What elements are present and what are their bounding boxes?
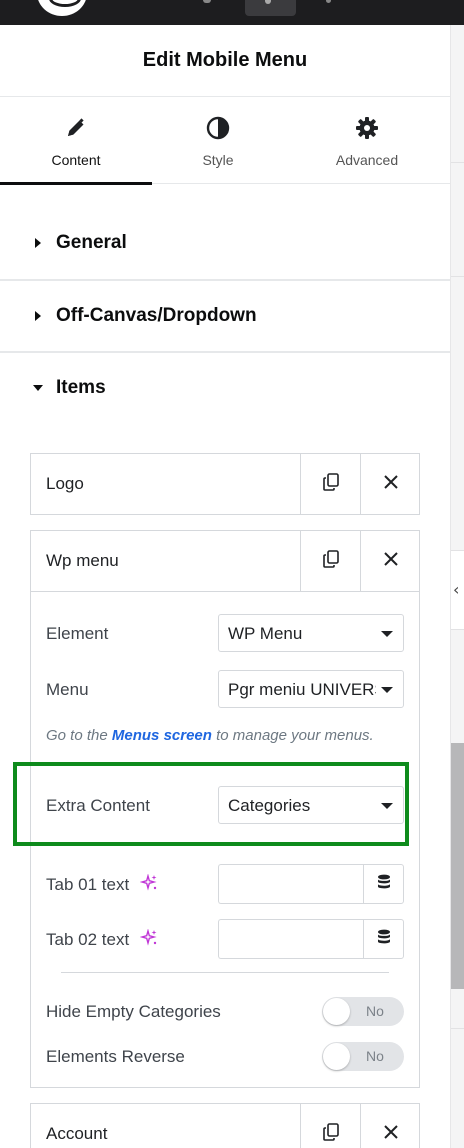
tab-content[interactable]: Content — [0, 98, 152, 185]
database-icon — [377, 874, 391, 895]
close-icon — [383, 1123, 399, 1146]
menus-help-note: Go to the Menus screen to manage your me… — [46, 727, 374, 744]
top-toolbar — [0, 0, 464, 25]
tab01-text-input[interactable] — [218, 864, 363, 904]
section-general-title: General — [56, 232, 127, 253]
duplicate-button[interactable] — [300, 1104, 360, 1148]
menu-select-value: Pgr meniu UNIVERSAL — [228, 680, 376, 699]
ai-sparkle-icon[interactable] — [139, 928, 158, 952]
tab02-label-text: Tab 02 text — [46, 929, 130, 949]
tab01-label-text: Tab 01 text — [46, 874, 130, 894]
toggle-knob — [323, 998, 350, 1025]
copy-icon — [322, 550, 339, 573]
menu-label: Menu — [46, 680, 89, 699]
menu-select[interactable]: Pgr meniu UNIVERSAL — [218, 670, 404, 708]
half-circle-icon — [206, 116, 230, 140]
duplicate-button[interactable] — [300, 454, 360, 515]
tab-style-label: Style — [202, 152, 234, 168]
repeater-item-title[interactable]: Wp menu — [46, 551, 119, 571]
caret-right-icon — [35, 311, 41, 321]
close-icon — [383, 473, 399, 496]
chevron-down-icon — [381, 631, 393, 637]
section-offcanvas-title: Off-Canvas/Dropdown — [56, 305, 257, 326]
tab-content-label: Content — [51, 152, 101, 168]
caret-right-icon — [35, 238, 41, 248]
database-icon — [377, 929, 391, 950]
preview-divider — [451, 276, 464, 277]
note-text: to manage your menus. — [216, 727, 374, 744]
preview-divider — [451, 1028, 464, 1029]
copy-icon — [322, 1123, 339, 1146]
tab-style[interactable]: Style — [152, 98, 284, 184]
extra-content-select-value: Categories — [228, 796, 311, 815]
app-logo[interactable] — [37, 0, 87, 16]
section-general[interactable]: General — [0, 204, 450, 281]
menus-screen-link[interactable]: Menus screen — [112, 727, 212, 744]
toggle-state: No — [366, 1003, 384, 1019]
extra-content-select[interactable]: Categories — [218, 786, 404, 824]
gear-icon — [355, 116, 379, 140]
toggle-state: No — [366, 1048, 384, 1064]
scrollbar-thumb[interactable] — [451, 743, 464, 989]
pencil-icon — [65, 116, 87, 140]
divider — [61, 972, 389, 973]
toggle-knob — [323, 1043, 350, 1070]
element-select-value: WP Menu — [228, 624, 303, 643]
toolbar-active-button[interactable] — [245, 0, 296, 16]
chevron-left-icon[interactable]: ‹ — [453, 580, 459, 599]
section-offcanvas[interactable]: Off-Canvas/Dropdown — [0, 281, 450, 353]
copy-icon — [322, 473, 339, 496]
chevron-down-icon — [381, 687, 393, 693]
dynamic-tags-button[interactable] — [363, 864, 404, 904]
panel-title: Edit Mobile Menu — [0, 25, 450, 97]
caret-down-icon — [33, 385, 43, 391]
section-items[interactable]: Items — [32, 377, 106, 399]
close-icon — [383, 550, 399, 573]
preview-divider — [451, 162, 464, 163]
remove-button[interactable] — [360, 1104, 420, 1148]
repeater-item-title[interactable]: Account — [46, 1124, 107, 1144]
preview-edge: ‹ — [450, 25, 464, 1148]
repeater-item-logo: Logo — [30, 453, 420, 515]
element-label: Element — [46, 624, 109, 643]
chevron-down-icon — [381, 803, 393, 809]
ai-sparkle-icon[interactable] — [139, 873, 158, 897]
hide-empty-categories-toggle[interactable]: No — [322, 997, 404, 1026]
elements-reverse-toggle[interactable]: No — [322, 1042, 404, 1071]
tab-advanced-label: Advanced — [335, 152, 399, 168]
element-select[interactable]: WP Menu — [218, 614, 404, 652]
dynamic-tags-button[interactable] — [363, 919, 404, 959]
panel-tabs: Content Style Advanced — [0, 98, 450, 185]
hide-empty-categories-label: Hide Empty Categories — [46, 1002, 221, 1021]
elements-reverse-label: Elements Reverse — [46, 1047, 185, 1066]
tab01-label: Tab 01 text — [46, 873, 158, 897]
extra-content-label: Extra Content — [46, 796, 150, 815]
toolbar-item[interactable] — [326, 0, 331, 3]
tab02-text-input[interactable] — [218, 919, 363, 959]
remove-button[interactable] — [360, 454, 420, 515]
repeater-item-title[interactable]: Logo — [46, 474, 84, 494]
toolbar-item[interactable] — [203, 0, 211, 3]
remove-button[interactable] — [360, 531, 420, 592]
duplicate-button[interactable] — [300, 531, 360, 592]
repeater-item-account: Account — [30, 1103, 420, 1148]
note-text: Go to the — [46, 727, 108, 744]
section-items-title: Items — [56, 377, 106, 398]
tab-advanced[interactable]: Advanced — [284, 98, 450, 184]
tab02-label: Tab 02 text — [46, 928, 158, 952]
